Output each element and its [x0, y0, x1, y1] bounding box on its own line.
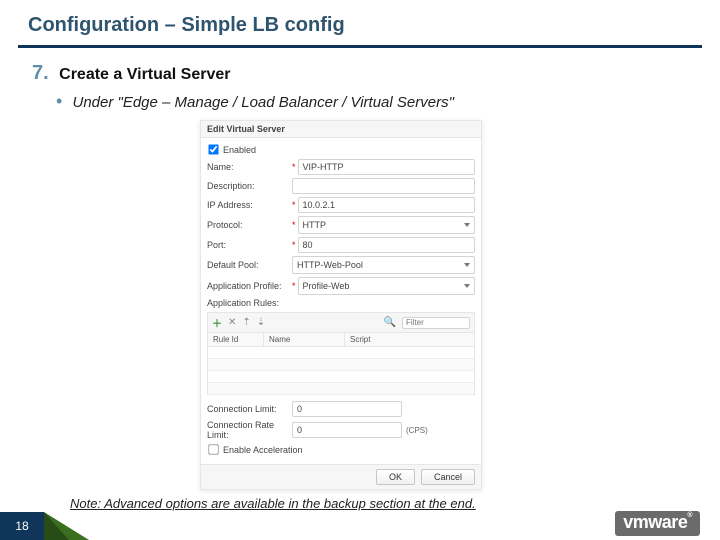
protocol-value: HTTP — [303, 220, 327, 230]
chevron-down-icon — [464, 284, 470, 288]
description-row: Description: — [207, 178, 475, 194]
conn-limit-input[interactable]: 0 — [292, 401, 402, 417]
pool-label: Default Pool: — [207, 260, 292, 270]
table-row — [208, 371, 474, 383]
table-row — [208, 383, 474, 395]
protocol-row: Protocol: * HTTP — [207, 216, 475, 234]
name-row: Name: * VIP-HTTP — [207, 159, 475, 175]
step-number: 7. — [32, 62, 49, 84]
profile-row: Application Profile: * Profile-Web — [207, 277, 475, 295]
pool-select[interactable]: HTTP-Web-Pool — [292, 256, 475, 274]
rules-section: ＋ ✕ ⇡ ⇣ 🔍 Rule Id Name Script — [207, 312, 475, 395]
port-input[interactable]: 80 — [298, 237, 475, 253]
required-marker: * — [292, 220, 296, 230]
search-icon: 🔍 — [384, 317, 396, 328]
sub-step-text: Under "Edge – Manage / Load Balancer / V… — [72, 94, 453, 111]
description-label: Description: — [207, 181, 292, 191]
bullet: • — [56, 91, 62, 111]
profile-label: Application Profile: — [207, 281, 292, 291]
slide-footer: 18 vmware® — [0, 512, 720, 540]
conn-limit-row: Connection Limit: 0 — [207, 401, 475, 417]
port-row: Port: * 80 — [207, 237, 475, 253]
ip-label: IP Address: — [207, 200, 292, 210]
rules-toolbar: ＋ ✕ ⇡ ⇣ 🔍 — [207, 312, 475, 333]
rate-limit-row: Connection Rate Limit: 0 (CPS) — [207, 420, 475, 440]
name-label: Name: — [207, 162, 292, 172]
move-up-icon[interactable]: ⇡ — [242, 317, 250, 328]
required-marker: * — [292, 281, 296, 291]
accel-checkbox[interactable] — [208, 444, 218, 454]
edit-virtual-server-dialog: Edit Virtual Server Enabled Name: * VIP-… — [200, 120, 482, 490]
table-row — [208, 347, 474, 359]
chevron-down-icon — [464, 263, 470, 267]
rules-label: Application Rules: — [207, 298, 475, 308]
accel-row: Enable Acceleration — [207, 443, 475, 456]
chevron-down-icon — [464, 223, 470, 227]
add-rule-icon[interactable]: ＋ — [212, 315, 222, 330]
vmware-logo: vmware® — [615, 511, 700, 536]
conn-limit-label: Connection Limit: — [207, 404, 292, 414]
required-marker: * — [292, 162, 296, 172]
rules-filter-input[interactable] — [402, 317, 470, 329]
enabled-checkbox[interactable] — [208, 144, 218, 154]
enabled-row: Enabled — [207, 143, 475, 156]
page-number: 18 — [0, 512, 44, 540]
cps-label: (CPS) — [406, 426, 428, 435]
dialog-title: Edit Virtual Server — [201, 121, 481, 138]
rate-limit-input[interactable]: 0 — [292, 422, 402, 438]
required-marker: * — [292, 200, 296, 210]
pool-row: Default Pool: HTTP-Web-Pool — [207, 256, 475, 274]
accel-label: Enable Acceleration — [223, 445, 303, 455]
port-label: Port: — [207, 240, 292, 250]
step-row: 7. Create a Virtual Server — [0, 48, 720, 85]
rules-header: Rule Id Name Script — [207, 333, 475, 347]
ip-row: IP Address: * 10.0.2.1 — [207, 197, 475, 213]
protocol-select[interactable]: HTTP — [298, 216, 475, 234]
page-title: Configuration – Simple LB config — [0, 0, 720, 45]
pool-value: HTTP-Web-Pool — [297, 260, 363, 270]
dialog-body: Enabled Name: * VIP-HTTP Description: IP… — [201, 138, 481, 464]
footer-decoration — [44, 512, 69, 540]
ip-input[interactable]: 10.0.2.1 — [298, 197, 475, 213]
profile-select[interactable]: Profile-Web — [298, 277, 475, 295]
name-input[interactable]: VIP-HTTP — [298, 159, 475, 175]
rules-rows — [207, 347, 475, 395]
col-script: Script — [345, 333, 474, 346]
ok-button[interactable]: OK — [376, 469, 415, 485]
sub-step: • Under "Edge – Manage / Load Balancer /… — [0, 85, 720, 112]
col-name: Name — [264, 333, 345, 346]
protocol-label: Protocol: — [207, 220, 292, 230]
required-marker: * — [292, 240, 296, 250]
step-text: Create a Virtual Server — [59, 66, 230, 83]
dialog-footer: OK Cancel — [201, 464, 481, 489]
col-rule-id: Rule Id — [208, 333, 264, 346]
cancel-button[interactable]: Cancel — [421, 469, 475, 485]
delete-rule-icon[interactable]: ✕ — [228, 317, 236, 328]
profile-value: Profile-Web — [303, 281, 350, 291]
move-down-icon[interactable]: ⇣ — [257, 317, 265, 328]
description-input[interactable] — [292, 178, 475, 194]
slide: Configuration – Simple LB config 7. Crea… — [0, 0, 720, 540]
table-row — [208, 359, 474, 371]
note-text: Note: Advanced options are available in … — [0, 490, 720, 511]
rate-limit-label: Connection Rate Limit: — [207, 420, 292, 440]
enabled-label: Enabled — [223, 145, 256, 155]
